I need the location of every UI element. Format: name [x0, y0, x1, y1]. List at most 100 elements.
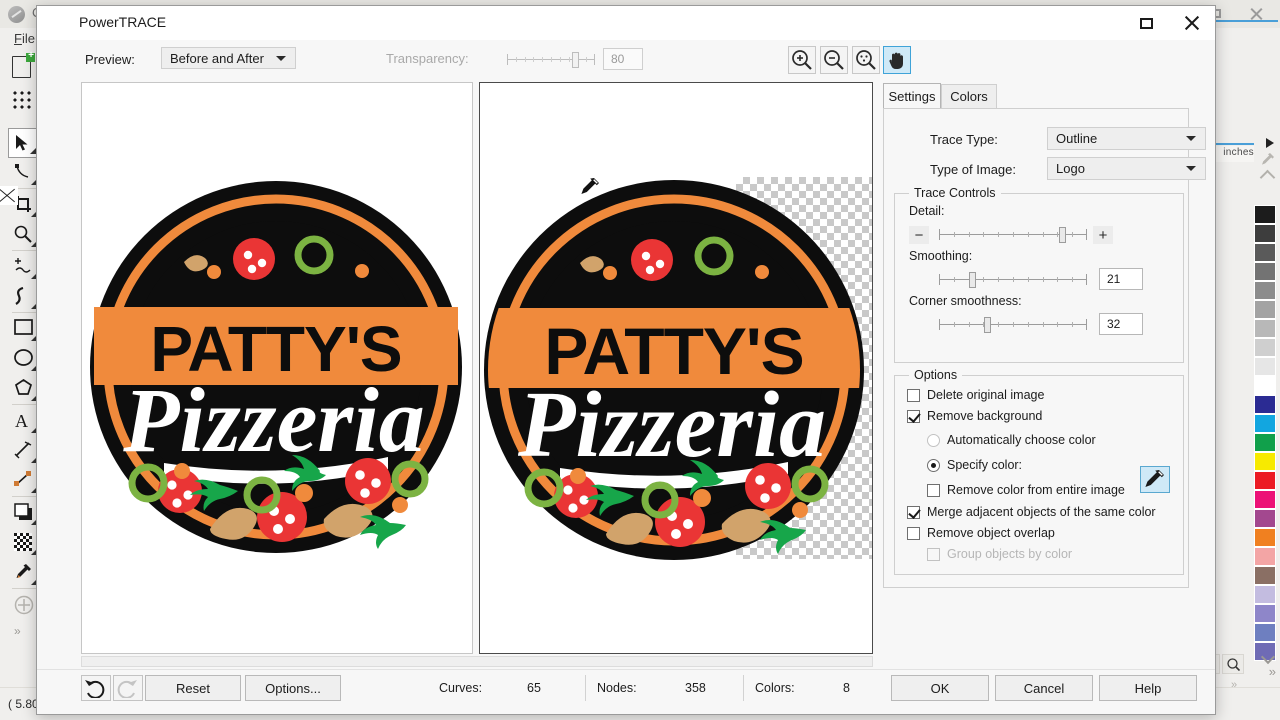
corner-smoothness-slider[interactable]: [939, 318, 1087, 332]
slider-thumb[interactable]: [1059, 227, 1066, 243]
curves-value: 65: [527, 681, 541, 695]
undo-icon[interactable]: [81, 675, 111, 701]
swatch-color[interactable]: [1254, 509, 1276, 528]
options-button[interactable]: Options...: [245, 675, 341, 701]
app-root: CorelDRAW File Ed X: 4. Y: 6. P: [0, 0, 1280, 720]
swatch-color[interactable]: [1254, 452, 1276, 471]
swatch-color[interactable]: [1254, 528, 1276, 547]
preview-pane-after[interactable]: PATTY'S Pizzeria: [479, 82, 873, 654]
smoothing-slider[interactable]: [939, 273, 1087, 287]
radio-specify-color[interactable]: [927, 459, 940, 472]
preview-pane-before[interactable]: PATTY'S Pizzeria: [81, 82, 473, 654]
swatch-color[interactable]: [1254, 604, 1276, 623]
checkbox-remove-color-from-entire-image[interactable]: [927, 484, 940, 497]
coreldraw-window-controls[interactable]: [1210, 0, 1274, 28]
slider-thumb[interactable]: [984, 317, 991, 333]
options-title: Options: [909, 368, 962, 382]
transparency-slider[interactable]: [507, 53, 595, 67]
pan-hand-icon[interactable]: [883, 46, 911, 74]
swatch-color[interactable]: [1254, 414, 1276, 433]
dialog-window-controls[interactable]: [1123, 6, 1215, 40]
palette-scroll-down-icon[interactable]: [1263, 652, 1274, 659]
page-grid-icon: [12, 90, 33, 111]
trace-type-label: Trace Type:: [930, 132, 998, 147]
corner-smoothness-value-field[interactable]: 32: [1099, 313, 1143, 335]
options-group: Options Delete original image Remove bac…: [894, 375, 1184, 575]
preview-horizontal-scrollbar[interactable]: [81, 656, 873, 667]
swatch-color[interactable]: [1254, 262, 1276, 281]
label-remove-background: Remove background: [927, 409, 1042, 423]
powertrace-dialog: PowerTRACE Preview: Before and After Tra…: [36, 5, 1216, 715]
footer-separator: [585, 675, 586, 701]
checkbox-remove-object-overlap[interactable]: [907, 527, 920, 540]
swatch-color[interactable]: [1254, 585, 1276, 604]
radio-automatically-choose-color[interactable]: [927, 434, 940, 447]
reset-button[interactable]: Reset: [145, 675, 241, 701]
nodes-value: 358: [685, 681, 706, 695]
swatch-color[interactable]: [1254, 433, 1276, 452]
swatch-color[interactable]: [1254, 319, 1276, 338]
swatch-color[interactable]: [1254, 623, 1276, 642]
ok-button[interactable]: OK: [891, 675, 989, 701]
zoom-to-fit-icon[interactable]: [852, 46, 880, 74]
swatch-color[interactable]: [1254, 243, 1276, 262]
swatch-color[interactable]: [1254, 376, 1276, 395]
label-automatically-choose-color: Automatically choose color: [947, 433, 1096, 447]
coreldraw-logo-icon: [8, 6, 25, 23]
tab-settings[interactable]: Settings: [883, 83, 941, 109]
new-document-icon[interactable]: [12, 56, 31, 78]
cancel-button[interactable]: Cancel: [995, 675, 1093, 701]
dialog-title: PowerTRACE: [79, 14, 166, 30]
source-logo-artwork: PATTY'S Pizzeria: [90, 179, 462, 562]
swatch-color[interactable]: [1254, 471, 1276, 490]
swatch-color[interactable]: [1254, 300, 1276, 319]
swatch-color[interactable]: [1254, 490, 1276, 509]
swatch-color[interactable]: [1254, 547, 1276, 566]
traced-logo-artwork: PATTY'S Pizzeria: [484, 177, 864, 566]
palette-scroll-up-arrow-icon[interactable]: [1266, 138, 1274, 148]
detail-increase-button[interactable]: +: [1093, 226, 1113, 244]
swatch-color[interactable]: [1254, 357, 1276, 376]
swatch-color[interactable]: [1254, 281, 1276, 300]
zoom-out-icon[interactable]: [820, 46, 848, 74]
transparency-value-field[interactable]: 80: [603, 48, 643, 70]
slider-thumb[interactable]: [572, 52, 579, 68]
detail-slider[interactable]: [939, 228, 1087, 242]
checkbox-delete-original-image[interactable]: [907, 389, 920, 402]
palette-expand-icon[interactable]: »: [1269, 664, 1276, 679]
dialog-close-button[interactable]: [1169, 6, 1215, 40]
menu-file[interactable]: File: [14, 31, 35, 46]
type-of-image-value: Logo: [1056, 161, 1186, 176]
trace-type-dropdown[interactable]: Outline: [1047, 127, 1206, 150]
type-of-image-dropdown[interactable]: Logo: [1047, 157, 1206, 180]
trace-controls-title: Trace Controls: [909, 186, 1001, 200]
smoothing-value-field[interactable]: 21: [1099, 268, 1143, 290]
swatch-no-color[interactable]: [0, 186, 18, 205]
swatch-color[interactable]: [1254, 566, 1276, 585]
checkbox-merge-adjacent-objects[interactable]: [907, 506, 920, 519]
redo-icon[interactable]: [113, 675, 143, 701]
checkbox-remove-background[interactable]: [907, 410, 920, 423]
eyedropper-picker-icon[interactable]: [1140, 466, 1170, 493]
trace-controls-group: Trace Controls Detail: − + Smoothing: 21…: [894, 193, 1184, 363]
svg-text:Pizzeria: Pizzeria: [122, 369, 425, 471]
help-button[interactable]: Help: [1099, 675, 1197, 701]
swatch-color[interactable]: [1254, 338, 1276, 357]
chevron-down-icon: [1186, 136, 1196, 141]
eyedropper-cursor: [579, 176, 601, 198]
dialog-maximize-button[interactable]: [1123, 6, 1169, 40]
trace-type-value: Outline: [1056, 131, 1186, 146]
palette-eyedropper-icon[interactable]: [1259, 152, 1275, 168]
zoom-navigator-button[interactable]: [1222, 654, 1244, 674]
colors-value: 8: [843, 681, 850, 695]
preview-mode-dropdown[interactable]: Before and After: [161, 47, 296, 69]
detail-decrease-button[interactable]: −: [909, 226, 929, 244]
slider-thumb[interactable]: [969, 272, 976, 288]
swatch-color[interactable]: [1254, 395, 1276, 414]
preview-label: Preview:: [85, 52, 135, 67]
swatch-color[interactable]: [1254, 205, 1276, 224]
zoom-in-icon[interactable]: [788, 46, 816, 74]
swatch-color[interactable]: [1254, 224, 1276, 243]
transparency-label: Transparency:: [386, 51, 469, 66]
tab-colors[interactable]: Colors: [941, 84, 997, 108]
